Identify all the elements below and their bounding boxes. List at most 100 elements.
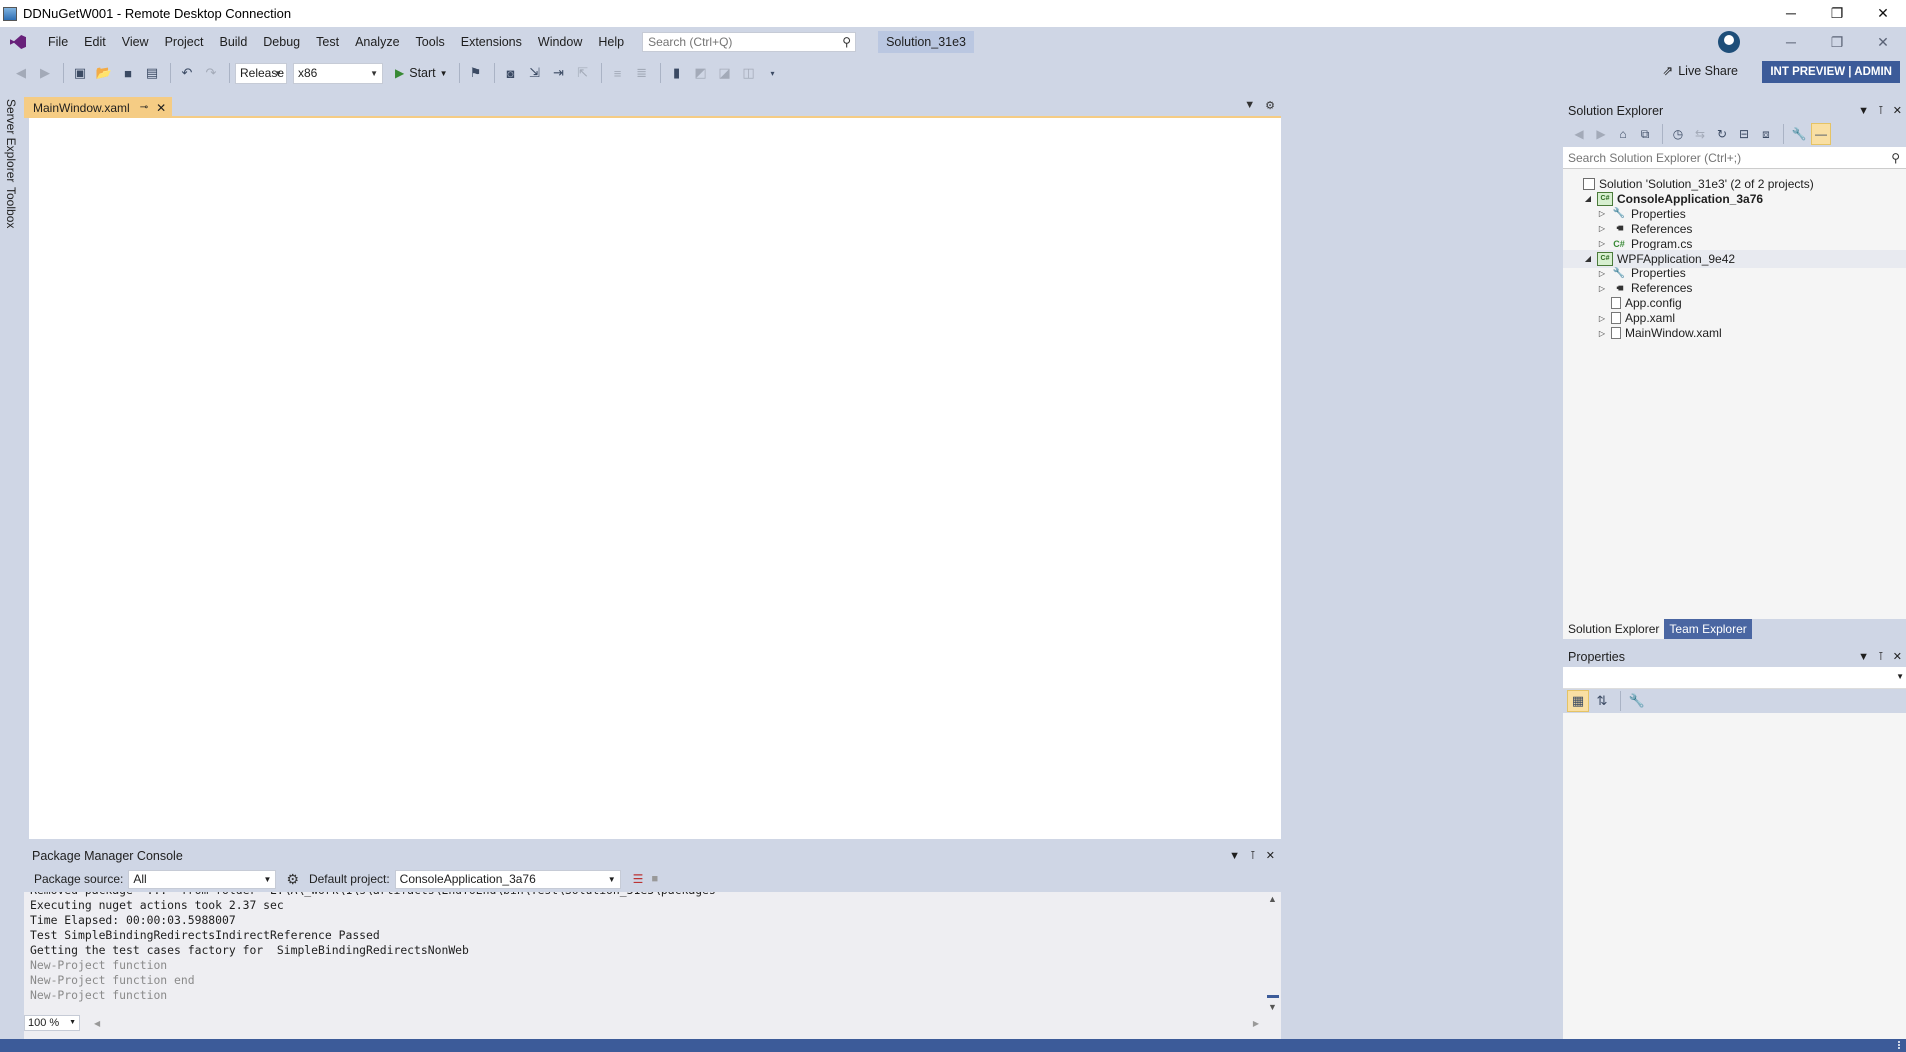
toolbox-tab[interactable]: Toolbox xyxy=(4,187,18,228)
scroll-thumb[interactable] xyxy=(1267,995,1279,998)
scroll-right-icon[interactable]: ▶ xyxy=(1253,1019,1259,1028)
step-out-icon[interactable]: ⇱ xyxy=(572,62,594,84)
new-project-icon[interactable]: ▣ xyxy=(69,62,91,84)
next-bookmark-icon[interactable]: ◪ xyxy=(714,62,736,84)
save-icon[interactable]: ■ xyxy=(117,62,139,84)
package-source-dropdown[interactable]: All ▼ xyxy=(128,869,277,889)
expander-icon[interactable]: ◢ xyxy=(1583,254,1593,263)
window-position-icon[interactable]: ▼ xyxy=(1229,846,1240,866)
screenshot-icon[interactable]: ◙ xyxy=(500,62,522,84)
menu-project[interactable]: Project xyxy=(157,27,212,57)
save-all-icon[interactable]: ▤ xyxy=(141,62,163,84)
scroll-left-icon[interactable]: ◀ xyxy=(94,1019,100,1028)
clear-console-icon[interactable]: ☰ xyxy=(633,872,644,886)
console-vertical-scrollbar[interactable]: ▲ ▼ xyxy=(1265,892,1281,1014)
close-icon[interactable]: ✕ xyxy=(1266,846,1275,866)
pin-icon[interactable]: ⊺ xyxy=(1250,846,1256,866)
navigate-back-icon[interactable]: ◀ xyxy=(10,62,32,84)
uncomment-icon[interactable]: ≣ xyxy=(631,62,653,84)
step-over-icon[interactable]: ⇥ xyxy=(548,62,570,84)
int-preview-badge[interactable]: INT PREVIEW | ADMIN xyxy=(1762,61,1900,83)
bookmark-icon[interactable]: ▮ xyxy=(666,62,688,84)
menu-edit[interactable]: Edit xyxy=(76,27,114,57)
tab-list-dropdown-icon[interactable]: ▼ xyxy=(1244,99,1255,112)
minimize-button[interactable]: ─ xyxy=(1768,0,1814,27)
document-tab-mainwindow[interactable]: MainWindow.xaml ⊸ ✕ xyxy=(24,97,173,118)
forward-icon[interactable]: ▶ xyxy=(1591,123,1611,145)
start-debugging-button[interactable]: ▶ Start ▼ xyxy=(395,66,448,80)
close-icon[interactable]: ✕ xyxy=(156,101,166,115)
search-icon[interactable]: ⚲ xyxy=(1891,151,1900,165)
zoom-dropdown[interactable]: 100 % ▼ xyxy=(24,1015,80,1031)
gear-icon[interactable]: ⚙ xyxy=(286,871,299,888)
resize-grip-icon[interactable] xyxy=(1890,1041,1900,1049)
menu-test[interactable]: Test xyxy=(308,27,347,57)
clear-bookmarks-icon[interactable]: ◫ xyxy=(738,62,760,84)
menu-extensions[interactable]: Extensions xyxy=(453,27,530,57)
quick-launch-input[interactable] xyxy=(648,35,829,49)
navigate-forward-icon[interactable]: ▶ xyxy=(34,62,56,84)
toolbar-overflow-icon[interactable]: ▾ xyxy=(762,62,784,84)
redo-icon[interactable]: ↷ xyxy=(200,62,222,84)
menu-help[interactable]: Help xyxy=(590,27,632,57)
expander-icon[interactable]: ▷ xyxy=(1597,284,1607,293)
expander-icon[interactable]: ▷ xyxy=(1597,209,1607,218)
expander-icon[interactable]: ◢ xyxy=(1583,194,1593,203)
window-position-icon[interactable]: ▼ xyxy=(1858,647,1869,667)
expander-icon[interactable]: ▷ xyxy=(1597,224,1607,233)
live-share-button[interactable]: ⇗ Live Share xyxy=(1662,63,1738,79)
solution-explorer-search[interactable]: ⚲ xyxy=(1563,147,1906,169)
expander-icon[interactable]: ▷ xyxy=(1597,269,1607,278)
scroll-down-icon[interactable]: ▼ xyxy=(1268,1002,1277,1012)
editor-surface[interactable] xyxy=(29,118,1281,839)
expander-icon[interactable]: ▷ xyxy=(1597,239,1607,248)
refresh-icon[interactable]: ↻ xyxy=(1712,123,1732,145)
solution-configuration-dropdown[interactable]: Release ▼ xyxy=(235,62,287,84)
server-explorer-tab[interactable]: Server Explorer xyxy=(4,99,18,182)
console-output[interactable]: Removed package '...' from folder 'E:\A\… xyxy=(24,892,1265,1014)
gear-icon[interactable]: ⚙ xyxy=(1265,99,1275,112)
properties-object-dropdown[interactable]: ▼ xyxy=(1563,667,1906,689)
vs-minimize-button[interactable]: ─ xyxy=(1768,34,1814,50)
menu-debug[interactable]: Debug xyxy=(255,27,308,57)
open-file-icon[interactable]: 📂 xyxy=(93,62,115,84)
close-icon[interactable]: ✕ xyxy=(1893,101,1902,121)
home-icon[interactable]: ⌂ xyxy=(1613,123,1633,145)
pending-changes-filter-icon[interactable]: ◷ xyxy=(1668,123,1688,145)
menu-build[interactable]: Build xyxy=(211,27,255,57)
menu-tools[interactable]: Tools xyxy=(408,27,453,57)
collapse-all-icon[interactable]: ⊟ xyxy=(1734,123,1754,145)
pin-icon[interactable]: ⊺ xyxy=(1878,647,1884,667)
comment-icon[interactable]: ≡ xyxy=(607,62,629,84)
chevron-down-icon[interactable]: ▼ xyxy=(440,69,448,78)
close-icon[interactable]: ✕ xyxy=(1893,647,1902,667)
pin-icon[interactable]: ⊸ xyxy=(140,102,148,113)
previous-bookmark-icon[interactable]: ◩ xyxy=(690,62,712,84)
back-icon[interactable]: ◀ xyxy=(1569,123,1589,145)
expander-icon[interactable]: ▷ xyxy=(1597,329,1607,338)
solution-platform-dropdown[interactable]: x86 ▼ xyxy=(293,62,383,84)
sync-active-document-icon[interactable]: ⇆ xyxy=(1690,123,1710,145)
restore-button[interactable]: ❐ xyxy=(1814,0,1860,27)
property-pages-wrench-icon[interactable]: 🔧 xyxy=(1626,690,1648,712)
stop-icon[interactable]: ■ xyxy=(651,873,658,885)
menu-analyze[interactable]: Analyze xyxy=(347,27,407,57)
quick-launch-search[interactable]: ⚲ xyxy=(642,32,857,52)
close-button[interactable]: ✕ xyxy=(1860,0,1906,27)
categorized-icon[interactable]: ▦ xyxy=(1567,690,1589,712)
tab-solution-explorer[interactable]: Solution Explorer xyxy=(1563,619,1665,639)
scroll-up-icon[interactable]: ▲ xyxy=(1268,894,1277,904)
vs-close-button[interactable]: ✕ xyxy=(1860,34,1906,51)
menu-file[interactable]: File xyxy=(40,27,76,57)
preview-selected-items-icon[interactable]: — xyxy=(1811,123,1831,145)
undo-icon[interactable]: ↶ xyxy=(176,62,198,84)
step-into-icon[interactable]: ⇲ xyxy=(524,62,546,84)
switch-views-icon[interactable]: ⧉ xyxy=(1635,123,1655,145)
alphabetical-icon[interactable]: ⇅ xyxy=(1591,690,1613,712)
menu-view[interactable]: View xyxy=(114,27,157,57)
menu-window[interactable]: Window xyxy=(530,27,590,57)
show-all-files-icon[interactable]: ⧈ xyxy=(1756,123,1776,145)
window-position-icon[interactable]: ▼ xyxy=(1858,101,1869,121)
expander-icon[interactable]: ▷ xyxy=(1597,314,1607,323)
properties-wrench-icon[interactable]: 🔧 xyxy=(1789,123,1809,145)
